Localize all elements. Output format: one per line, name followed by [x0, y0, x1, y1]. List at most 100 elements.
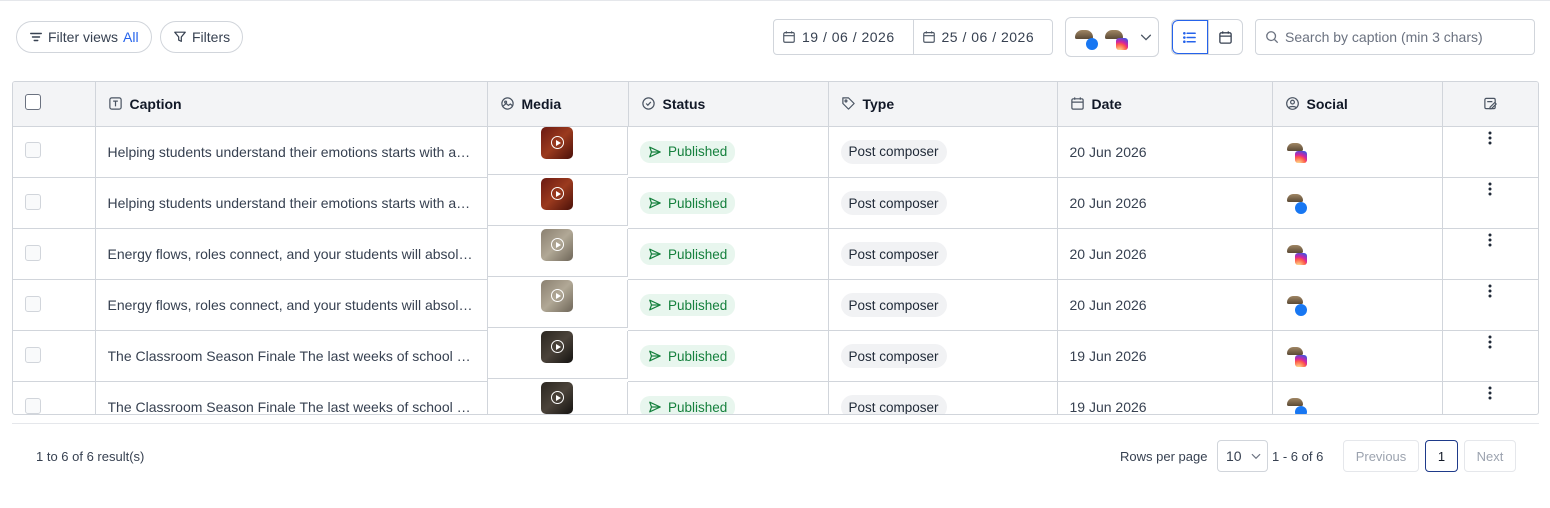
- status-label: Published: [668, 246, 728, 262]
- list-view-button[interactable]: [1172, 20, 1208, 54]
- type-cell: Post composer: [828, 279, 1058, 331]
- type-badge: Post composer: [840, 395, 947, 414]
- column-header-media[interactable]: Media: [487, 82, 629, 127]
- next-page-button[interactable]: Next: [1464, 440, 1516, 472]
- column-header-caption[interactable]: Caption: [95, 82, 488, 127]
- table-row[interactable]: Energy flows, roles connect, and your st…: [13, 228, 1538, 280]
- select-all-cell: [13, 82, 96, 127]
- row-select-cell: [13, 279, 96, 331]
- caption-text: Energy flows, roles connect, and your st…: [107, 246, 487, 262]
- type-badge: Post composer: [840, 191, 947, 215]
- calendar-view-button[interactable]: [1207, 20, 1243, 54]
- social-cell: [1272, 330, 1443, 382]
- table-header-row: Caption Media Status Type Date Social: [13, 82, 1538, 127]
- more-vertical-icon[interactable]: [1482, 385, 1498, 401]
- column-header-social[interactable]: Social: [1272, 82, 1443, 127]
- filters-button[interactable]: Filters: [160, 21, 244, 53]
- row-select-cell: [13, 330, 96, 382]
- funnel-icon: [174, 31, 186, 42]
- social-account-select[interactable]: [1065, 17, 1159, 57]
- caption-text: The Classroom Season Finale The last wee…: [107, 348, 487, 364]
- date-cell: 20 Jun 2026: [1057, 279, 1273, 331]
- social-cell: [1272, 126, 1443, 178]
- previous-page-button[interactable]: Previous: [1343, 440, 1419, 472]
- type-badge: Post composer: [840, 139, 947, 164]
- filter-views-button[interactable]: Filter views All: [16, 21, 152, 53]
- date-from-field[interactable]: 19 / 06 / 2026: [774, 20, 913, 54]
- instagram-icon: [1294, 253, 1307, 265]
- table-row[interactable]: Energy flows, roles connect, and your st…: [13, 279, 1538, 331]
- status-cell: Published: [628, 330, 829, 382]
- rows-per-page-value: 10: [1226, 448, 1242, 464]
- row-select-cell: [13, 177, 96, 229]
- page-1-button[interactable]: 1: [1425, 440, 1458, 472]
- table-row[interactable]: Helping students understand their emotio…: [13, 126, 1538, 178]
- edit-columns-icon[interactable]: [1483, 96, 1498, 111]
- media-thumbnail[interactable]: [541, 177, 574, 210]
- facebook-icon: [1294, 202, 1307, 214]
- row-actions-cell: [1443, 385, 1539, 415]
- caption-cell: Energy flows, roles connect, and your st…: [95, 279, 488, 331]
- table-row[interactable]: Helping students understand their emotio…: [13, 177, 1538, 229]
- column-label: Type: [862, 95, 895, 112]
- social-cell: [1272, 279, 1443, 331]
- calendar-icon: [783, 31, 795, 43]
- row-checkbox[interactable]: [25, 295, 41, 312]
- social-account-avatar: [1285, 344, 1309, 368]
- media-thumbnail[interactable]: [541, 228, 574, 261]
- column-header-type[interactable]: Type: [828, 82, 1058, 127]
- date-to-value: 25 / 06 / 2026: [941, 29, 1035, 45]
- search-input[interactable]: [1285, 29, 1525, 45]
- date-cell: 20 Jun 2026: [1057, 228, 1273, 280]
- media-thumbnail[interactable]: [541, 126, 574, 159]
- row-actions-cell: [1442, 181, 1538, 229]
- date-to-field[interactable]: 25 / 06 / 2026: [912, 20, 1053, 54]
- column-label: Media: [521, 95, 562, 112]
- status-label: Published: [668, 399, 728, 415]
- status-badge: Published: [640, 140, 736, 163]
- media-thumbnail[interactable]: [541, 279, 574, 312]
- row-checkbox[interactable]: [25, 346, 41, 363]
- media-thumbnail[interactable]: [541, 330, 574, 363]
- media-thumbnail[interactable]: [541, 381, 574, 414]
- posts-table: Caption Media Status Type Date Social He…: [12, 81, 1539, 415]
- type-badge: Post composer: [840, 293, 947, 317]
- media-cell: [487, 126, 628, 175]
- send-icon: [649, 350, 661, 362]
- more-vertical-icon[interactable]: [1482, 130, 1498, 146]
- table-row[interactable]: The Classroom Season Finale The last wee…: [13, 330, 1538, 382]
- row-checkbox[interactable]: [25, 142, 41, 159]
- caption-cell: Helping students understand their emotio…: [95, 126, 488, 178]
- page-range: 1 - 6 of 6: [1272, 449, 1324, 464]
- select-all-checkbox[interactable]: [25, 94, 41, 111]
- media-cell: [487, 330, 628, 379]
- search-box: [1255, 19, 1535, 55]
- column-label: Status: [662, 95, 706, 112]
- play-icon: [550, 340, 564, 353]
- status-cell: Published: [628, 228, 829, 280]
- play-icon: [550, 136, 564, 149]
- row-checkbox[interactable]: [25, 397, 41, 414]
- social-account-avatar: [1285, 293, 1309, 317]
- more-vertical-icon[interactable]: [1482, 334, 1498, 350]
- caption-text: The Classroom Season Finale The last wee…: [107, 399, 487, 415]
- more-vertical-icon[interactable]: [1482, 232, 1498, 248]
- more-vertical-icon[interactable]: [1482, 181, 1498, 197]
- row-checkbox[interactable]: [25, 244, 41, 261]
- date-cell: 19 Jun 2026: [1057, 381, 1273, 414]
- row-select-cell: [13, 126, 96, 178]
- row-checkbox[interactable]: [25, 193, 41, 210]
- table-row[interactable]: The Classroom Season Finale The last wee…: [13, 381, 1539, 415]
- rows-per-page-select[interactable]: 10: [1217, 440, 1268, 472]
- search-icon: [1266, 31, 1279, 44]
- column-header-date[interactable]: Date: [1057, 82, 1273, 127]
- column-label: Date: [1091, 95, 1122, 112]
- column-header-status[interactable]: Status: [628, 82, 829, 127]
- type-cell: Post composer: [828, 126, 1058, 178]
- status-badge: Published: [640, 294, 736, 316]
- instagram-icon: [1116, 38, 1128, 50]
- more-vertical-icon[interactable]: [1482, 283, 1498, 299]
- type-cell: Post composer: [828, 381, 1058, 414]
- tag-icon: [841, 97, 855, 110]
- send-icon: [649, 146, 661, 158]
